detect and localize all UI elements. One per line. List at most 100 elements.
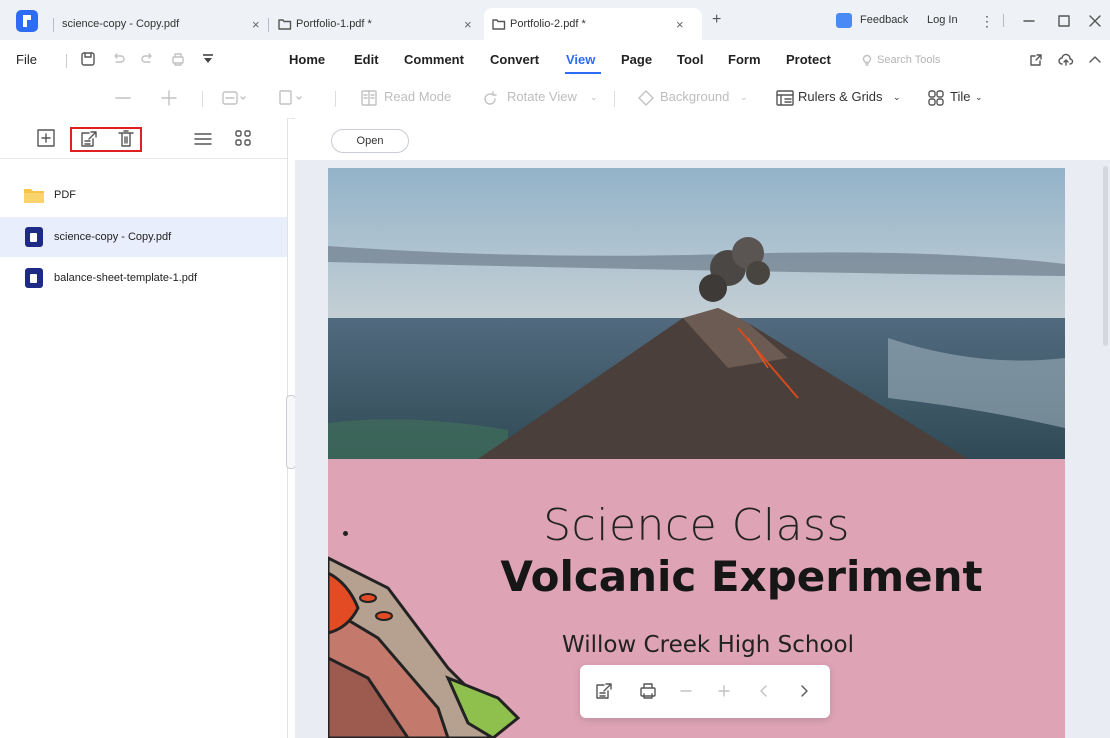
rotate-view-button[interactable]: Rotate View	[507, 89, 577, 104]
feedback-icon	[836, 13, 852, 28]
save-icon[interactable]	[80, 51, 96, 67]
background-button[interactable]: Background	[660, 89, 729, 104]
vertical-scrollbar[interactable]	[1103, 166, 1108, 346]
floating-page-toolbar	[580, 665, 830, 718]
pdf-file-icon	[25, 268, 43, 288]
tab-portfolio-1[interactable]: Portfolio-1.pdf * ×	[278, 8, 478, 40]
folder-item-pdf[interactable]: PDF	[0, 175, 287, 215]
zoom-out-icon[interactable]	[114, 90, 132, 106]
export-icon[interactable]	[79, 129, 99, 149]
menu-convert[interactable]: Convert	[490, 52, 539, 67]
document-school: Willow Creek High School	[561, 632, 855, 658]
rotate-icon	[484, 91, 497, 105]
read-mode-button[interactable]: Read Mode	[384, 89, 451, 104]
next-page-icon[interactable]	[798, 681, 810, 701]
tab-portfolio-2[interactable]: Portfolio-2.pdf * ×	[484, 8, 702, 40]
tab-separator	[53, 18, 54, 32]
file-sidebar: PDF science-copy - Copy.pdf balance-shee…	[0, 118, 288, 738]
rulers-grids-icon	[776, 90, 794, 106]
open-button[interactable]: Open	[331, 129, 409, 153]
divider	[0, 158, 287, 159]
maximize-icon[interactable]	[1057, 14, 1071, 28]
menu-home[interactable]: Home	[289, 52, 325, 67]
background-chevron-icon[interactable]: ⌄	[740, 92, 748, 103]
menu-file[interactable]: File	[16, 52, 37, 67]
folder-outline-icon	[492, 19, 506, 30]
divider	[614, 91, 615, 107]
previous-page-icon[interactable]	[758, 681, 770, 701]
quick-access-dropdown-icon[interactable]	[200, 51, 216, 67]
delete-icon[interactable]	[116, 129, 136, 149]
export-icon[interactable]	[594, 681, 614, 701]
close-window-icon[interactable]	[1088, 14, 1102, 28]
divider	[1003, 14, 1004, 27]
print-icon[interactable]	[638, 681, 658, 701]
page-layout-dropdown-icon[interactable]	[278, 90, 304, 106]
folder-outline-icon	[278, 19, 292, 30]
new-tab-button[interactable]: +	[712, 11, 721, 29]
redo-icon[interactable]	[140, 51, 156, 67]
zoom-out-icon[interactable]	[678, 681, 694, 701]
document-subtitle: Science Class	[543, 500, 850, 551]
print-icon[interactable]	[170, 51, 186, 67]
tab-science-copy[interactable]: science-copy - Copy.pdf ×	[62, 8, 267, 40]
undo-icon[interactable]	[110, 51, 126, 67]
feedback-link[interactable]: Feedback	[860, 14, 908, 26]
menu-edit[interactable]: Edit	[354, 52, 379, 67]
menu-bar: File Home Edit Comment Convert View Page…	[0, 40, 1110, 78]
tab-label: Portfolio-2.pdf *	[510, 18, 586, 30]
menu-page[interactable]: Page	[621, 52, 652, 67]
title-bar: science-copy - Copy.pdf × Portfolio-1.pd…	[0, 0, 1110, 40]
file-name: PDF	[54, 189, 76, 201]
menu-tool[interactable]: Tool	[677, 52, 703, 67]
document-viewer: Open Science Class Volcanic Experiment W…	[295, 118, 1110, 738]
menu-comment[interactable]: Comment	[404, 52, 464, 67]
divider	[202, 91, 203, 107]
file-item-balance-sheet[interactable]: balance-sheet-template-1.pdf	[0, 258, 287, 298]
minimize-icon[interactable]	[1022, 14, 1036, 28]
volcano-layers-illustration	[328, 556, 521, 738]
pdf-page: Science Class Volcanic Experiment Willow…	[328, 168, 1065, 738]
menu-protect[interactable]: Protect	[786, 52, 831, 67]
folder-icon	[24, 188, 44, 203]
menu-form[interactable]: Form	[728, 52, 761, 67]
cloud-upload-icon[interactable]	[1058, 52, 1074, 68]
file-item-science-copy[interactable]: science-copy - Copy.pdf	[0, 217, 287, 257]
login-link[interactable]: Log In	[927, 14, 958, 26]
divider	[66, 54, 67, 68]
grid-view-icon[interactable]	[234, 129, 252, 147]
zoom-in-icon[interactable]	[160, 90, 178, 106]
background-icon	[638, 90, 654, 106]
file-name: balance-sheet-template-1.pdf	[54, 272, 198, 284]
tab-close-icon[interactable]: ×	[676, 17, 684, 32]
tile-button[interactable]: Tile	[950, 89, 970, 104]
rotate-view-chevron-icon[interactable]: ⌄	[590, 92, 598, 103]
tab-close-icon[interactable]: ×	[464, 17, 472, 32]
app-logo-icon	[16, 10, 38, 32]
search-tools-input[interactable]: Search Tools	[877, 54, 940, 66]
read-mode-icon[interactable]	[360, 90, 378, 106]
share-icon[interactable]	[1028, 52, 1044, 68]
tab-separator	[268, 18, 269, 32]
add-file-icon[interactable]	[36, 128, 56, 148]
file-name: science-copy - Copy.pdf	[54, 231, 172, 243]
collapse-ribbon-icon[interactable]	[1087, 52, 1103, 68]
more-options-icon[interactable]: ⋮	[980, 13, 994, 30]
viewer-header: Open	[295, 118, 1110, 160]
rulers-grids-button[interactable]: Rulers & Grids	[798, 89, 883, 104]
view-toolbar: Read Mode Rotate View ⌄ Background ⌄ Rul…	[0, 78, 1110, 119]
rulers-grids-chevron-icon[interactable]: ⌄	[893, 92, 901, 103]
pdf-file-icon	[25, 227, 43, 247]
lightbulb-icon	[862, 54, 872, 66]
tab-label: science-copy - Copy.pdf	[62, 18, 180, 30]
fit-width-dropdown-icon[interactable]	[222, 90, 248, 106]
list-view-icon[interactable]	[193, 130, 213, 148]
volcano-photo	[328, 168, 1065, 459]
menu-view[interactable]: View	[566, 52, 595, 67]
active-menu-indicator	[565, 72, 601, 74]
divider	[335, 91, 336, 107]
tile-chevron-icon[interactable]: ⌄	[975, 92, 983, 103]
tab-label: Portfolio-1.pdf *	[296, 18, 372, 30]
tab-close-icon[interactable]: ×	[252, 17, 260, 32]
zoom-in-icon[interactable]	[716, 681, 732, 701]
